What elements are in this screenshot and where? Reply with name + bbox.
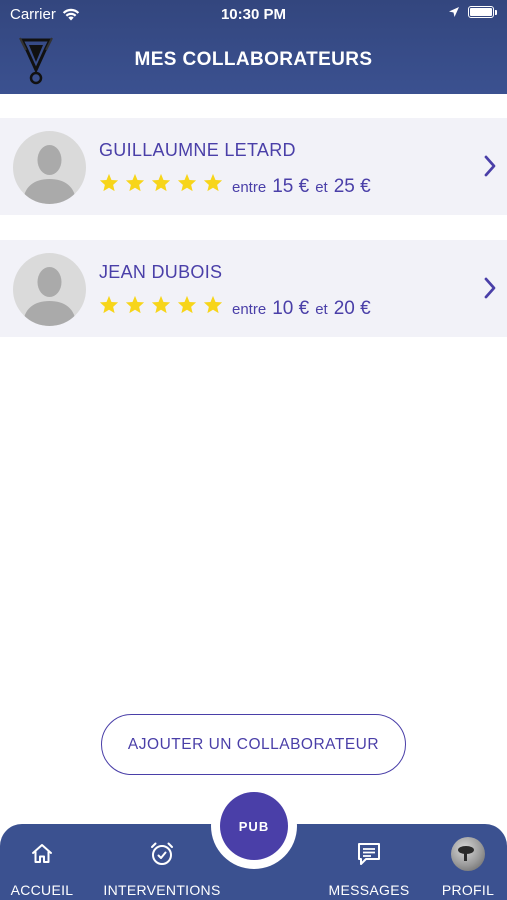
star-icon [125,295,145,314]
location-icon [449,7,459,17]
avatar [13,253,86,326]
profile-avatar [451,837,485,871]
clock: 10:30 PM [220,6,287,23]
tab-messages-label: MESSAGES [328,882,410,898]
price-and-label: et [315,179,328,196]
star-rating [99,173,223,192]
star-icon [177,173,197,192]
price-min: 15 € [272,176,310,197]
star-icon [203,295,223,314]
rating-row: entre 10 € et 20 € [99,295,377,320]
collaborator-name: JEAN DUBOIS [99,262,223,282]
price-between-label: entre [232,301,267,318]
user-placeholder-icon [23,145,76,204]
star-icon [151,295,171,314]
price-min: 10 € [272,298,310,319]
tab-interventions-label: INTERVENTIONS [103,882,221,898]
price-between-label: entre [232,179,267,196]
user-placeholder-icon [23,267,76,326]
pub-button[interactable]: PUB [220,792,288,860]
star-rating [99,295,223,314]
tab-home[interactable]: ACCUEIL [0,824,84,900]
profile-photo-icon [458,846,474,861]
tab-home-label: ACCUEIL [10,882,74,898]
add-collaborator-button[interactable]: AJOUTER UN COLLABORATEUR [101,714,406,775]
tab-profile[interactable]: PROFIL [438,824,498,900]
header-bar: Carrier 10:30 PM MES COLLABORATEURS [0,0,507,94]
status-bar: Carrier 10:30 PM [0,0,507,30]
chat-bubble-icon [358,843,380,865]
avatar [13,131,86,204]
star-icon [99,295,119,314]
tab-messages[interactable]: MESSAGES [325,824,413,900]
star-icon [177,295,197,314]
star-icon [99,173,119,192]
star-icon [203,173,223,192]
price-max: 25 € [333,176,371,197]
status-right [448,6,497,18]
tab-interventions[interactable]: INTERVENTIONS [102,824,222,900]
chevron-right-icon[interactable] [483,276,497,300]
star-icon [151,173,171,192]
price-max: 20 € [333,298,371,319]
collaborator-name: GUILLAUMNE LETARD [99,140,296,160]
star-icon [125,173,145,192]
home-icon [32,844,52,863]
chevron-right-icon[interactable] [483,154,497,178]
price-and-label: et [315,301,328,318]
page-title: MES COLLABORATEURS [134,49,373,70]
rating-row: entre 15 € et 25 € [99,173,377,198]
alarm-clock-icon [151,842,173,865]
tab-profile-label: PROFIL [441,882,495,898]
collaborator-card[interactable]: GUILLAUMNE LETARD entre 15 € et 25 € [0,118,507,215]
collaborator-card[interactable]: JEAN DUBOIS entre 10 € et 20 € [0,240,507,337]
battery-icon [468,6,497,18]
